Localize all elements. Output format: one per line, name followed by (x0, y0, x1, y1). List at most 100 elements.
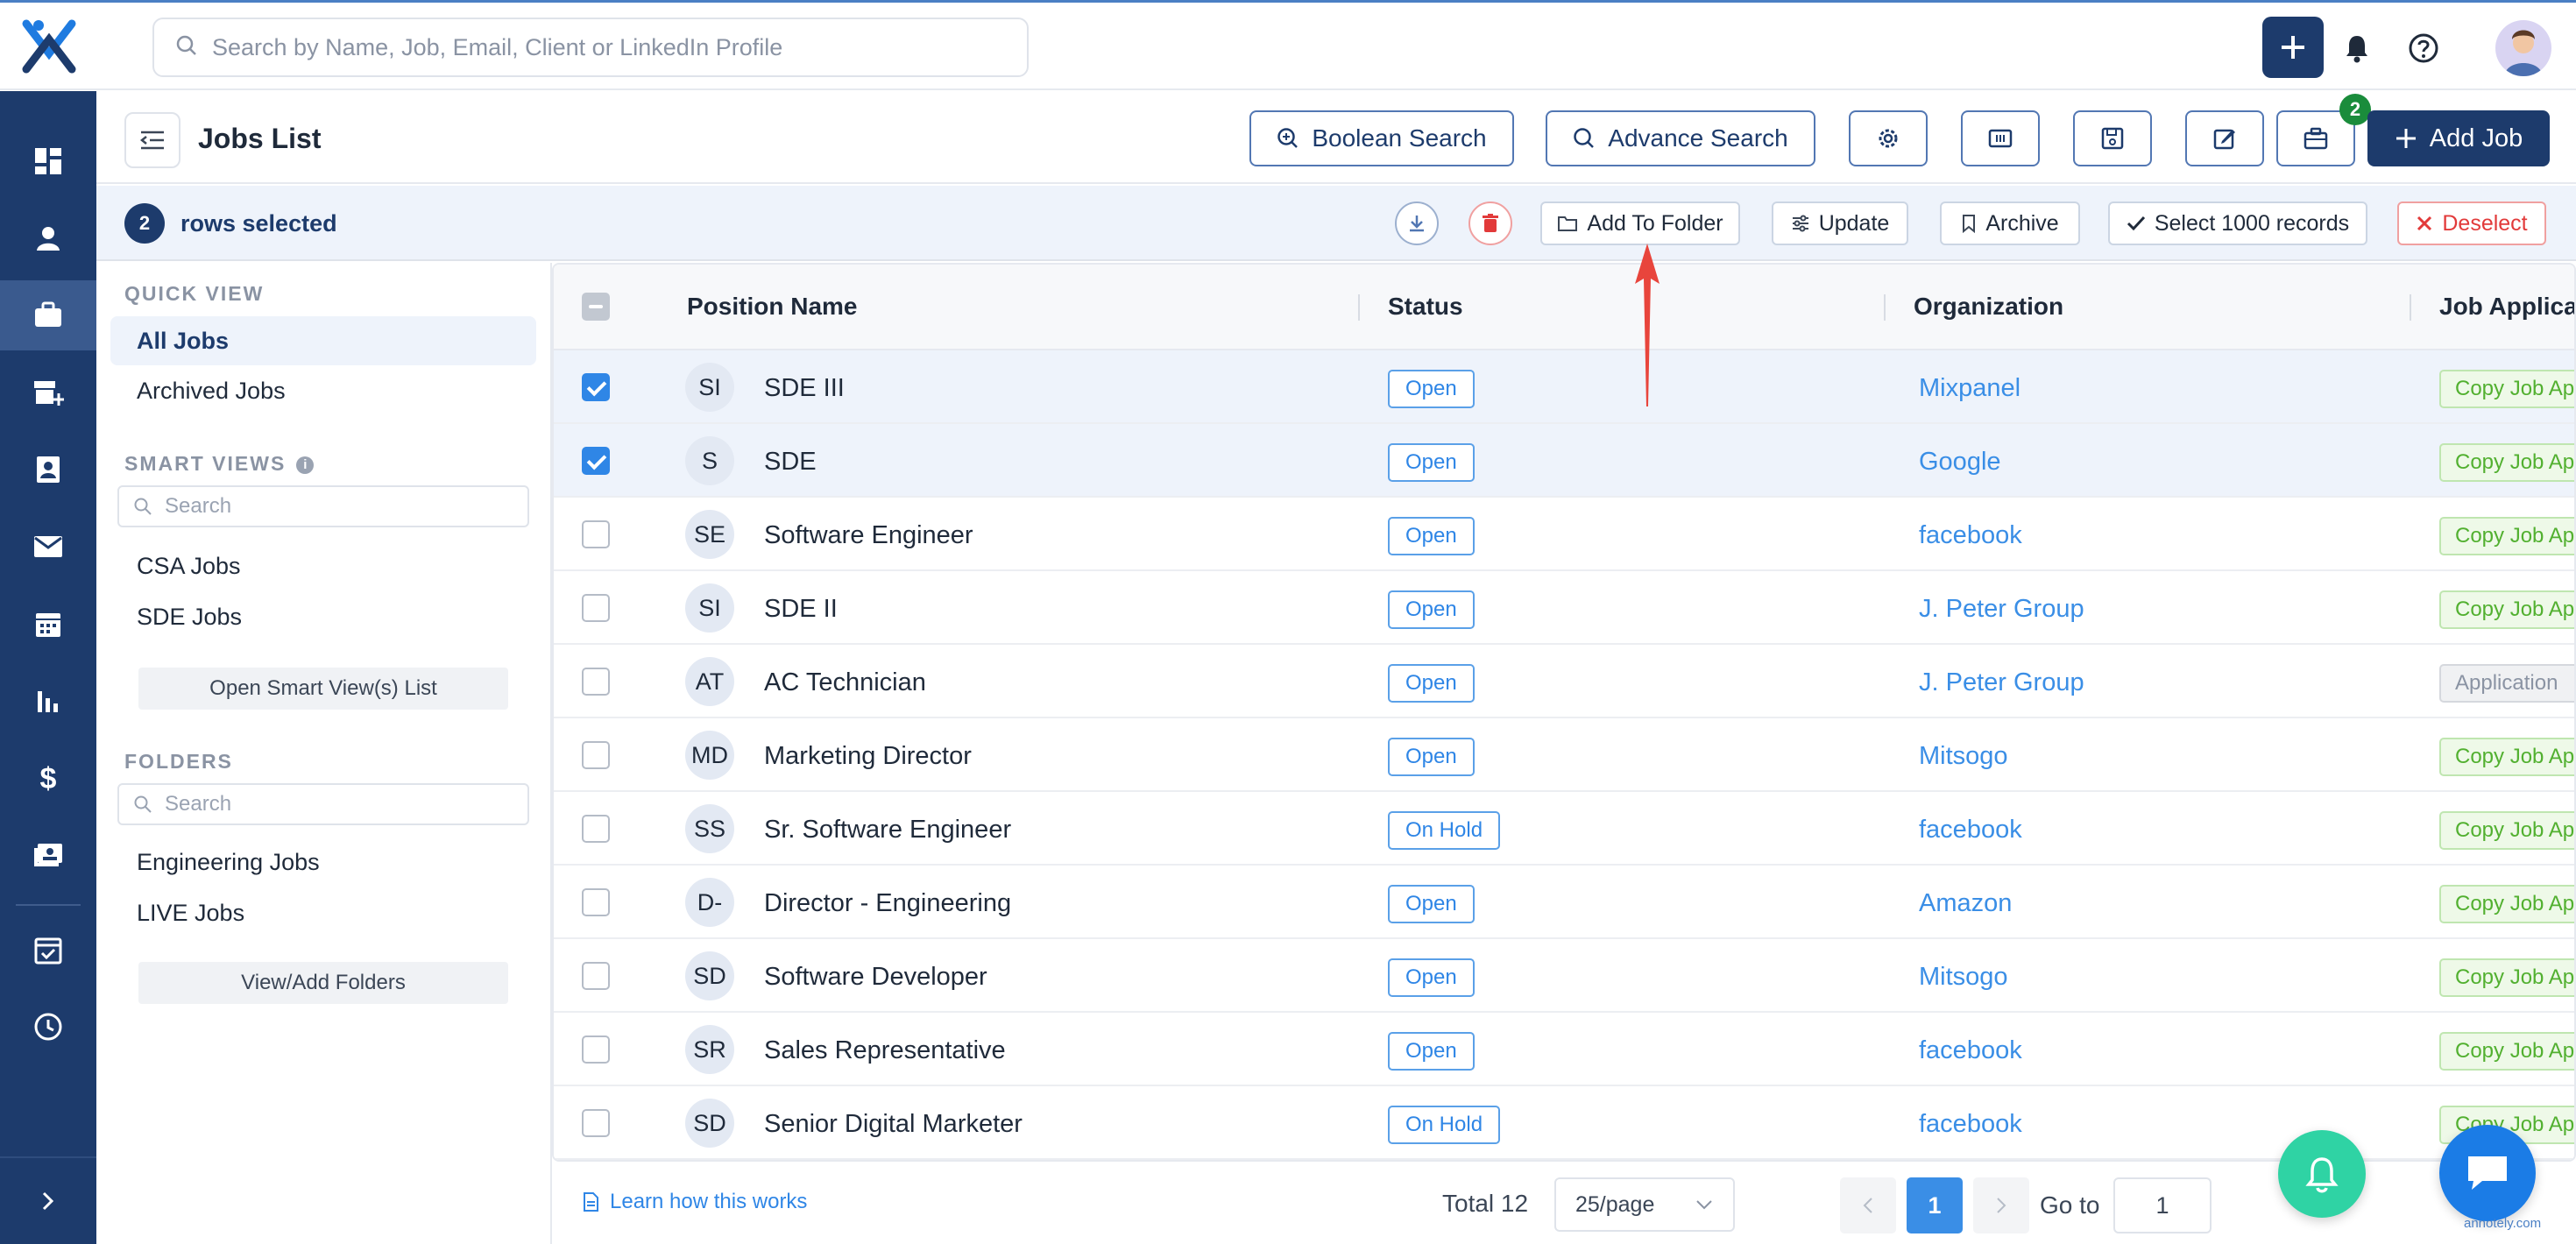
info-icon[interactable]: i (296, 456, 315, 474)
table-row[interactable]: SE Software Engineer Open facebook Copy Job … (554, 498, 2574, 571)
settings-button[interactable] (1849, 110, 1928, 166)
organization-link[interactable]: J. Peter Group (1919, 668, 2084, 697)
delete-button[interactable] (1468, 201, 1512, 245)
organization-link[interactable]: facebook (1919, 521, 2022, 550)
status-badge[interactable]: Open (1388, 664, 1475, 703)
column-position-name[interactable]: Position Name (687, 293, 857, 321)
row-checkbox[interactable] (582, 447, 610, 475)
table-row[interactable]: AT AC Technician Open J. Peter Group Applica… (554, 645, 2574, 718)
row-checkbox[interactable] (582, 520, 610, 548)
table-row[interactable]: SI SDE III Open Mixpanel Copy Job Ap (554, 350, 2574, 424)
position-name[interactable]: Sr. Software Engineer (764, 816, 1011, 845)
status-badge[interactable]: Open (1388, 958, 1475, 997)
calendar-icon[interactable] (0, 589, 96, 659)
job-application-button[interactable]: Copy Job Ap (2439, 590, 2574, 629)
smart-view-sde-jobs[interactable]: SDE Jobs (110, 592, 536, 641)
jobs-briefcase-icon[interactable] (0, 280, 96, 350)
add-to-folder-button[interactable]: Add To Folder (1540, 201, 1740, 245)
smart-view-csa-jobs[interactable]: CSA Jobs (110, 541, 536, 590)
row-checkbox[interactable] (582, 741, 610, 769)
organization-link[interactable]: facebook (1919, 816, 2022, 845)
job-application-button[interactable]: Application (2439, 664, 2574, 703)
position-name[interactable]: Sales Representative (764, 1036, 1006, 1065)
job-application-button[interactable]: Copy Job Ap (2439, 958, 2574, 997)
job-application-button[interactable]: Copy Job Ap (2439, 885, 2574, 923)
position-name[interactable]: SDE III (764, 374, 845, 403)
organization-link[interactable]: Mitsogo (1919, 742, 2008, 771)
columns-button[interactable] (1961, 110, 2040, 166)
position-name[interactable]: Software Developer (764, 963, 987, 992)
column-status[interactable]: Status (1388, 293, 1463, 321)
organization-link[interactable]: J. Peter Group (1919, 595, 2084, 624)
position-name[interactable]: Software Engineer (764, 521, 973, 550)
column-organization[interactable]: Organization (1914, 293, 2063, 321)
boolean-search-button[interactable]: Boolean Search (1249, 110, 1514, 166)
help-icon[interactable] (2406, 31, 2441, 66)
job-application-button[interactable]: Copy Job Ap (2439, 370, 2574, 408)
user-avatar[interactable] (2495, 20, 2551, 76)
edit-button[interactable] (2185, 110, 2264, 166)
row-checkbox[interactable] (582, 668, 610, 696)
organization-link[interactable]: Google (1919, 448, 2001, 477)
chat-support-button[interactable] (2439, 1125, 2536, 1221)
status-badge[interactable]: On Hold (1388, 1106, 1501, 1144)
row-checkbox[interactable] (582, 594, 610, 622)
column-job-application[interactable]: Job Applica (2439, 293, 2574, 321)
table-row[interactable]: SI SDE II Open J. Peter Group Copy Job Ap (554, 571, 2574, 645)
status-badge[interactable]: Open (1388, 443, 1475, 482)
table-row[interactable]: S SDE Open Google Copy Job Ap (554, 424, 2574, 498)
quick-add-button[interactable] (2262, 17, 2324, 78)
position-name[interactable]: SDE II (764, 595, 838, 624)
organization-link[interactable]: Amazon (1919, 889, 2012, 918)
reminder-bell-button[interactable] (2278, 1130, 2366, 1218)
table-row[interactable]: SR Sales Representative Open facebook Copy J… (554, 1013, 2574, 1086)
position-name[interactable]: SDE (764, 448, 817, 477)
quick-view-archived-jobs[interactable]: Archived Jobs (110, 366, 536, 415)
expand-sidebar-chevron-icon[interactable] (0, 1156, 96, 1244)
organization-link[interactable]: Mitsogo (1919, 963, 2008, 992)
status-badge[interactable]: Open (1388, 885, 1475, 923)
status-badge[interactable]: Open (1388, 738, 1475, 776)
position-name[interactable]: AC Technician (764, 668, 926, 697)
clients-icon[interactable] (0, 357, 96, 428)
saved-views-button[interactable] (2073, 110, 2152, 166)
position-name[interactable]: Director - Engineering (764, 889, 1011, 918)
status-badge[interactable]: Open (1388, 517, 1475, 555)
download-button[interactable] (1395, 201, 1439, 245)
row-checkbox[interactable] (582, 373, 610, 401)
collapse-panel-button[interactable] (124, 112, 180, 168)
go-to-page-input[interactable]: 1 (2113, 1177, 2212, 1233)
app-logo[interactable] (18, 15, 81, 78)
quick-view-all-jobs[interactable]: All Jobs (110, 316, 536, 365)
dashboard-icon[interactable] (0, 126, 96, 196)
add-job-button[interactable]: Add Job (2367, 110, 2550, 166)
status-badge[interactable]: Open (1388, 590, 1475, 629)
tasks-icon[interactable] (0, 915, 96, 985)
table-row[interactable]: SS Sr. Software Engineer On Hold facebook Co… (554, 792, 2574, 866)
table-row[interactable]: SD Software Developer Open Mitsogo Copy Job … (554, 939, 2574, 1013)
status-badge[interactable]: On Hold (1388, 811, 1501, 850)
contacts-icon[interactable] (0, 435, 96, 505)
billing-dollar-icon[interactable]: $ (0, 743, 96, 813)
organization-link[interactable]: facebook (1919, 1036, 2022, 1065)
update-button[interactable]: Update (1772, 201, 1908, 245)
notifications-bell-icon[interactable] (2339, 31, 2374, 66)
candidates-icon[interactable] (0, 203, 96, 273)
row-checkbox[interactable] (582, 1109, 610, 1137)
status-badge[interactable]: Open (1388, 370, 1475, 408)
folder-live-jobs[interactable]: LIVE Jobs (110, 888, 536, 937)
advance-search-button[interactable]: Advance Search (1546, 110, 1815, 166)
page-size-select[interactable]: 25/page (1554, 1177, 1735, 1232)
folders-search-input[interactable]: Search (117, 783, 529, 825)
mail-icon[interactable] (0, 512, 96, 582)
page-number-current[interactable]: 1 (1907, 1177, 1963, 1233)
position-name[interactable]: Senior Digital Marketer (764, 1110, 1023, 1139)
learn-how-link[interactable]: Learn how this works (582, 1190, 807, 1214)
placements-icon[interactable] (0, 820, 96, 890)
organization-link[interactable]: facebook (1919, 1110, 2022, 1139)
smart-views-search-input[interactable]: Search (117, 485, 529, 527)
next-page-button[interactable] (1973, 1177, 2029, 1233)
deselect-button[interactable]: Deselect (2397, 201, 2546, 245)
reports-icon[interactable] (0, 666, 96, 736)
select-all-records-button[interactable]: Select 1000 records (2108, 201, 2367, 245)
